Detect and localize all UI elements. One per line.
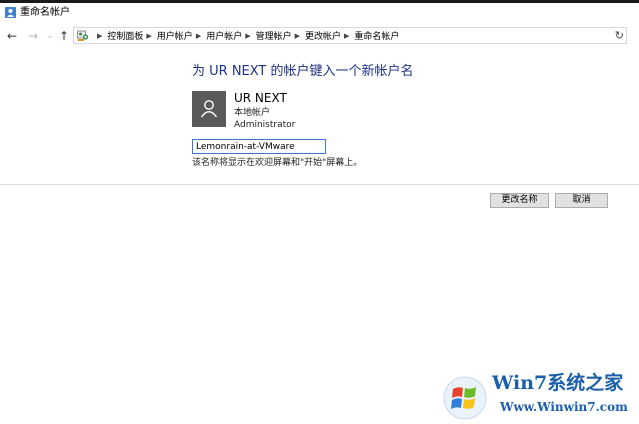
address-bar[interactable]: ▶ 控制面板 ▶ 用户帐户 ▶ 用户帐户 ▶ 管理帐户 ▶ 更改帐户 ▶ 重命名…	[73, 27, 627, 44]
name-hint-text: 该名称将显示在欢迎屏幕和"开始"屏幕上。	[192, 158, 363, 168]
watermark-url: Www.Winwin7.com	[500, 400, 628, 414]
up-arrow-icon[interactable]: ↑	[57, 28, 71, 44]
chevron-right-icon[interactable]: ▶	[146, 32, 151, 40]
watermark: Win7系统之家 Www.Winwin7.com	[440, 368, 639, 424]
page-title: 为 UR NEXT 的帐户键入一个新帐户名	[192, 64, 414, 79]
chevron-right-icon[interactable]: ▶	[196, 32, 201, 40]
back-arrow-icon[interactable]: ←	[5, 28, 19, 44]
account-role: Administrator	[234, 120, 296, 130]
chevron-right-icon[interactable]: ▶	[97, 32, 102, 40]
account-name: UR NEXT	[234, 91, 287, 105]
forward-arrow-icon[interactable]: →	[26, 28, 40, 44]
breadcrumb-item-change-account[interactable]: 更改帐户	[305, 29, 341, 42]
account-type: 本地帐户	[234, 108, 271, 118]
new-account-name-input[interactable]	[192, 139, 326, 154]
chevron-right-icon[interactable]: ▶	[344, 32, 349, 40]
user-accounts-icon	[5, 7, 16, 18]
breadcrumb: ▶ 控制面板 ▶ 用户帐户 ▶ 用户帐户 ▶ 管理帐户 ▶ 更改帐户 ▶ 重命名…	[94, 28, 399, 43]
breadcrumb-item-manage-accounts[interactable]: 管理帐户	[256, 29, 292, 42]
user-avatar-icon	[200, 100, 218, 118]
window-title: 重命名帐户	[20, 7, 70, 18]
watermark-title: Win7系统之家	[492, 372, 624, 394]
navigation-bar: ← → ⌄ ↑ ▶ 控制面板 ▶ 用户帐户 ▶ 用户帐户 ▶ 管理帐户 ▶ 更改…	[0, 26, 639, 46]
refresh-icon[interactable]: ↻	[615, 28, 624, 43]
title-bar: 重命名帐户	[0, 3, 639, 23]
footer-divider	[0, 184, 639, 185]
chevron-right-icon[interactable]: ▶	[245, 32, 250, 40]
chevron-down-icon[interactable]: ⌄	[43, 28, 57, 44]
windows-logo-icon	[443, 376, 487, 420]
breadcrumb-item-user-accounts[interactable]: 用户帐户	[157, 29, 193, 42]
breadcrumb-item-rename-account[interactable]: 重命名帐户	[354, 29, 399, 42]
breadcrumb-item-control-panel[interactable]: 控制面板	[107, 29, 143, 42]
avatar	[192, 91, 226, 127]
cancel-button[interactable]: 取消	[555, 193, 608, 208]
chevron-right-icon[interactable]: ▶	[295, 32, 300, 40]
breadcrumb-item-user-accounts-2[interactable]: 用户帐户	[206, 29, 242, 42]
control-panel-icon	[77, 30, 89, 41]
rename-button[interactable]: 更改名称	[490, 193, 549, 208]
